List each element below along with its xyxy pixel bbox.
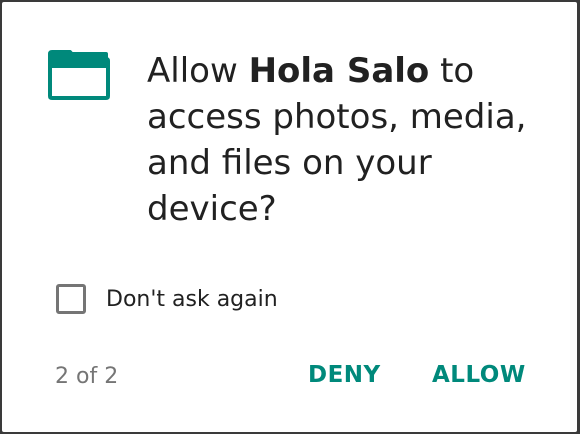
folder-icon: [48, 50, 110, 100]
dont-ask-again-checkbox-row[interactable]: Don't ask again: [56, 281, 278, 317]
dont-ask-again-checkbox[interactable]: [56, 284, 86, 314]
allow-button[interactable]: ALLOW: [432, 362, 526, 388]
deny-button[interactable]: DENY: [308, 362, 381, 388]
dont-ask-again-label: Don't ask again: [106, 286, 278, 312]
app-name: Hola Salo: [248, 51, 430, 91]
message-prefix: Allow: [147, 51, 249, 91]
permission-message: Allow Hola Salo to access photos, media,…: [147, 48, 567, 232]
page-counter: 2 of 2: [55, 364, 119, 389]
permission-dialog: Allow Hola Salo to access photos, media,…: [2, 2, 577, 432]
